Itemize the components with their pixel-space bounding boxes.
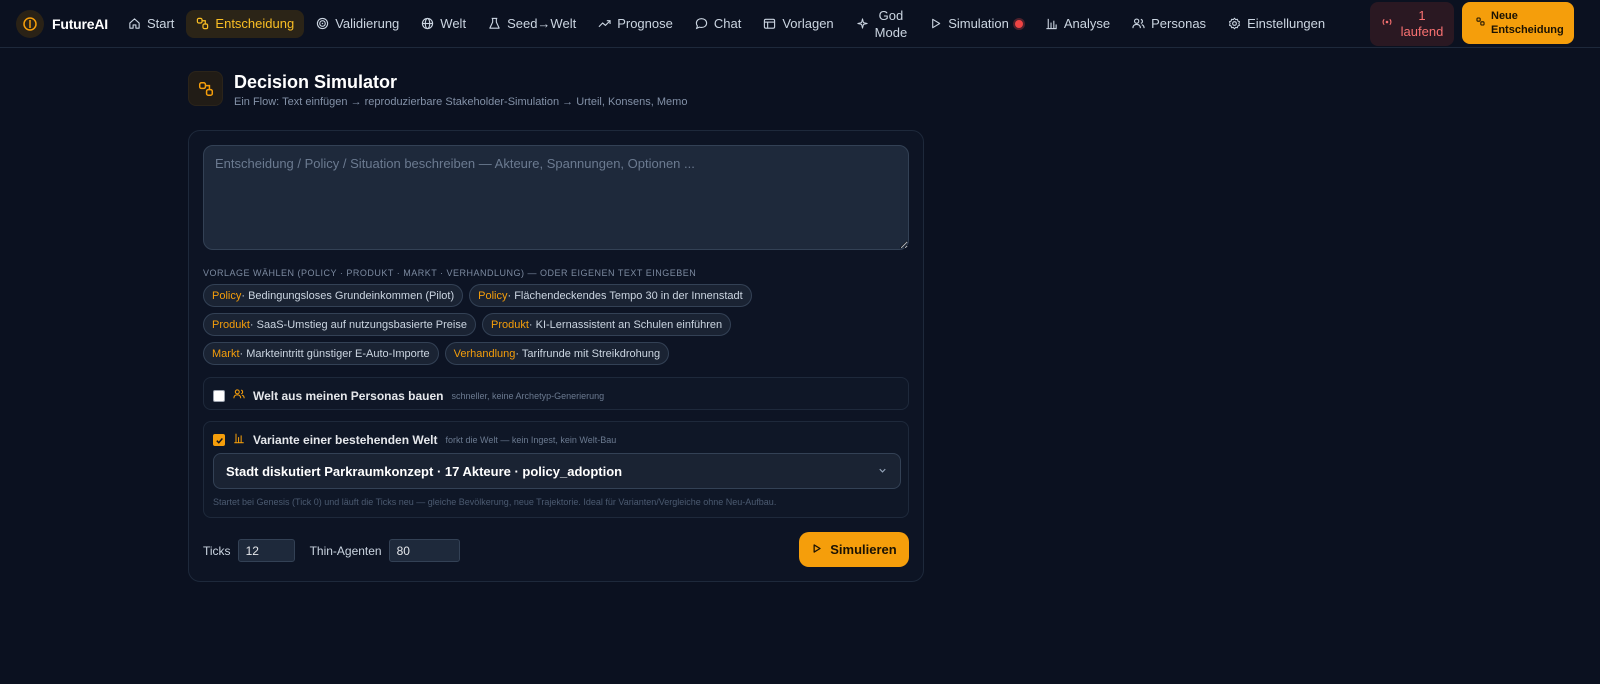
new-decision-button[interactable]: Neue Entscheidung (1462, 2, 1574, 44)
world-select-value: Stadt diskutiert Parkraumkonzept · 17 Ak… (226, 463, 623, 479)
template-chip[interactable]: Produkt · KI-Lernassistent an Schulen ei… (481, 313, 732, 336)
play-icon (929, 17, 942, 30)
template-chip[interactable]: Policy · Bedingungsloses Grundeinkommen … (203, 284, 464, 307)
globe-icon (421, 17, 434, 30)
template-icon (763, 17, 776, 30)
template-chips: Policy · Bedingungsloses Grundeinkommen … (203, 284, 923, 371)
nav-personas[interactable]: Personas (1122, 10, 1216, 38)
flask-icon (488, 17, 501, 30)
nav-god-mode[interactable]: God Mode (846, 8, 918, 40)
thin-agents-input[interactable] (388, 539, 460, 562)
simulate-button[interactable]: Simulieren (799, 532, 909, 567)
personas-world-hint: schneller, keine Archetyp-Generierung (451, 391, 605, 401)
nav-chat[interactable]: Chat (685, 10, 751, 38)
template-chip[interactable]: Verhandlung · Tarifrunde mit Streikdrohu… (444, 342, 670, 365)
nav-seed-welt[interactable]: Seed→Welt (478, 10, 586, 38)
page-title: Decision Simulator (234, 72, 398, 92)
nav-einstellungen[interactable]: Einstellungen (1218, 10, 1335, 38)
nav-validierung[interactable]: Validierung (306, 10, 409, 38)
sparkle-icon (856, 17, 869, 30)
decision-icon (1476, 16, 1485, 30)
template-chip[interactable]: Markt · Markteintritt günstiger E-Auto-I… (203, 342, 439, 365)
brand[interactable]: FutureAI (16, 9, 108, 38)
page-subtitle: Ein Flow: Text einfügen → reproduzierbar… (234, 96, 688, 108)
decision-simulator-icon (188, 71, 223, 106)
play-icon (811, 542, 822, 557)
nav-simulation[interactable]: Simulation (919, 10, 1033, 38)
template-chip[interactable]: Produkt · SaaS-Umstieg auf nutzungsbasie… (203, 313, 476, 336)
bar-chart-icon (233, 431, 245, 449)
variant-world-footnote: Startet bei Genesis (Tick 0) und läuft d… (213, 497, 777, 507)
bar-chart-icon (1045, 17, 1058, 30)
chat-icon (695, 17, 708, 30)
personas-world-checkbox[interactable] (213, 390, 225, 402)
ticks-input[interactable] (237, 539, 295, 562)
nav-vorlagen[interactable]: Vorlagen (753, 10, 843, 38)
target-icon (316, 17, 329, 30)
template-chip[interactable]: Policy · Flächendeckendes Tempo 30 in de… (469, 284, 752, 307)
broadcast-icon (1381, 16, 1393, 32)
running-jobs-badge[interactable]: 1 laufend (1370, 2, 1454, 46)
nav-welt[interactable]: Welt (411, 10, 476, 38)
brand-logo-icon (16, 9, 44, 38)
home-icon (128, 17, 141, 30)
variant-world-checkbox[interactable] (213, 434, 225, 446)
thin-agents-label: Thin-Agenten (309, 543, 382, 558)
nav-analyse[interactable]: Analyse (1035, 10, 1120, 38)
nav-entscheidung[interactable]: Entscheidung (186, 9, 305, 38)
decision-icon (196, 17, 209, 30)
variant-world-label: Variante einer bestehenden Welt (253, 433, 438, 447)
personas-world-label: Welt aus meinen Personas bauen (253, 389, 444, 403)
nav-start[interactable]: Start (118, 10, 184, 38)
brand-name: FutureAI (52, 15, 108, 32)
variant-world-hint: forkt die Welt — kein Ingest, kein Welt-… (445, 435, 617, 445)
users-icon (233, 387, 245, 405)
world-select[interactable]: Stadt diskutiert Parkraumkonzept · 17 Ak… (213, 453, 901, 489)
checkmark-icon (215, 437, 223, 444)
top-navbar: FutureAI Start Entscheidung Validierung … (0, 0, 1600, 48)
personas-world-option: Welt aus meinen Personas bauen schneller… (203, 377, 909, 410)
variant-world-option: Variante einer bestehenden Welt forkt di… (203, 421, 909, 518)
chevron-down-icon (877, 464, 888, 479)
live-indicator-dot (1014, 19, 1023, 28)
users-icon (1132, 17, 1145, 30)
nav-prognose[interactable]: Prognose (588, 10, 683, 38)
decision-description-input[interactable] (203, 145, 909, 250)
trending-up-icon (598, 17, 611, 30)
simulation-params: Ticks Thin-Agenten (203, 539, 460, 562)
ticks-label: Ticks (203, 543, 231, 558)
gear-icon (1228, 17, 1241, 30)
template-section-label: Vorlage wählen (Policy · Produkt · Markt… (203, 268, 697, 278)
